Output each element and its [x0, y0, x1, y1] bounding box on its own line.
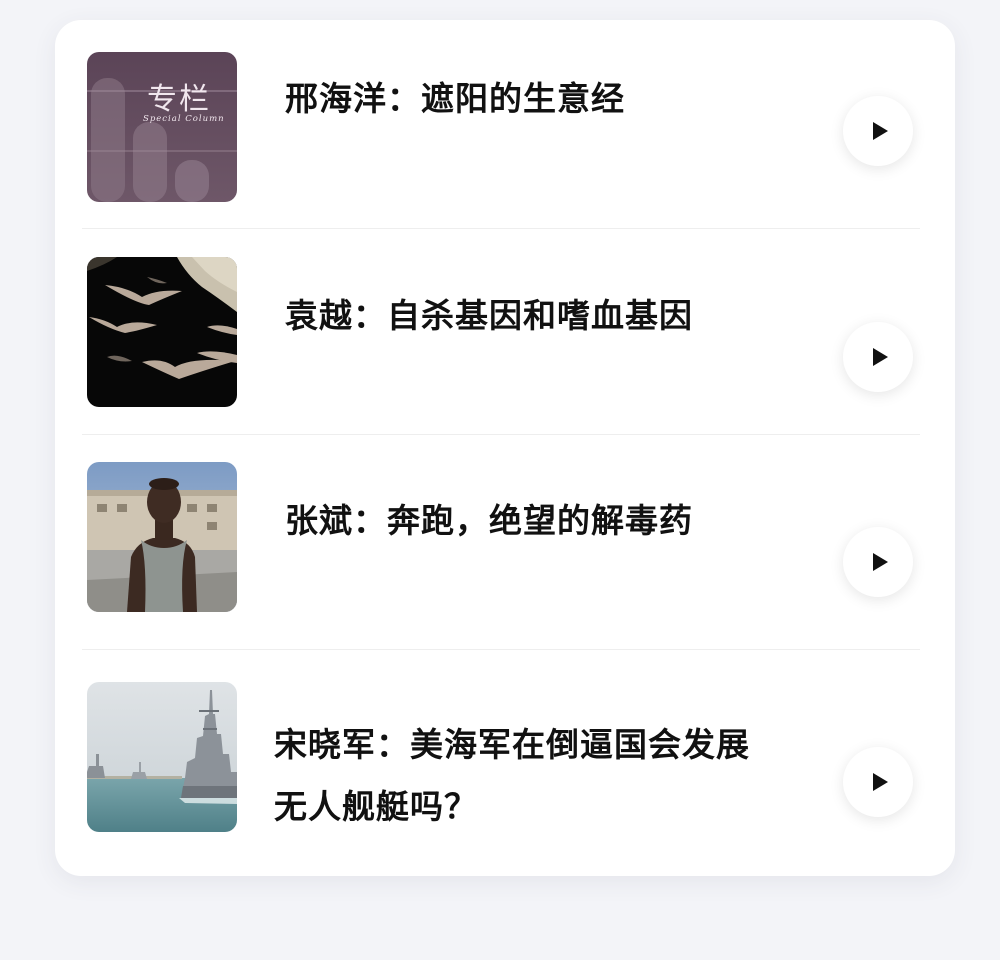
play-icon [872, 773, 888, 791]
thumbnail-column-cover[interactable]: 专栏 Special Column [87, 52, 237, 202]
play-icon [872, 122, 888, 140]
thumbnail-warship[interactable] [87, 682, 237, 832]
article-title[interactable]: 宋晓军：美海军在倒逼国会发展无人舰艇吗？ [274, 714, 764, 838]
play-button[interactable] [843, 747, 913, 817]
article-title[interactable]: 张斌：奔跑，绝望的解毒药 [285, 490, 693, 552]
play-button[interactable] [843, 322, 913, 392]
thumbnail-runner[interactable] [87, 462, 237, 612]
list-item[interactable]: 张斌：奔跑，绝望的解毒药 [55, 435, 955, 649]
thumbnail-bats[interactable] [87, 257, 237, 407]
article-list-card: 专栏 Special Column 邢海洋：遮阳的生意经 袁越：自杀基因和嗜血基… [55, 20, 955, 876]
list-item[interactable]: 宋晓军：美海军在倒逼国会发展无人舰艇吗？ [55, 650, 955, 876]
warship-photo [87, 682, 237, 832]
column-sublabel: Special Column [143, 114, 225, 124]
article-title[interactable]: 袁越：自杀基因和嗜血基因 [285, 285, 693, 347]
play-button[interactable] [843, 527, 913, 597]
article-title[interactable]: 邢海洋：遮阳的生意经 [285, 68, 625, 130]
bats-photo [87, 257, 237, 407]
play-icon [872, 348, 888, 366]
list-item[interactable]: 专栏 Special Column 邢海洋：遮阳的生意经 [55, 20, 955, 228]
play-icon [872, 553, 888, 571]
column-label: 专栏 [147, 82, 211, 117]
list-item[interactable]: 袁越：自杀基因和嗜血基因 [55, 229, 955, 434]
runner-photo [87, 462, 237, 612]
play-button[interactable] [843, 96, 913, 166]
